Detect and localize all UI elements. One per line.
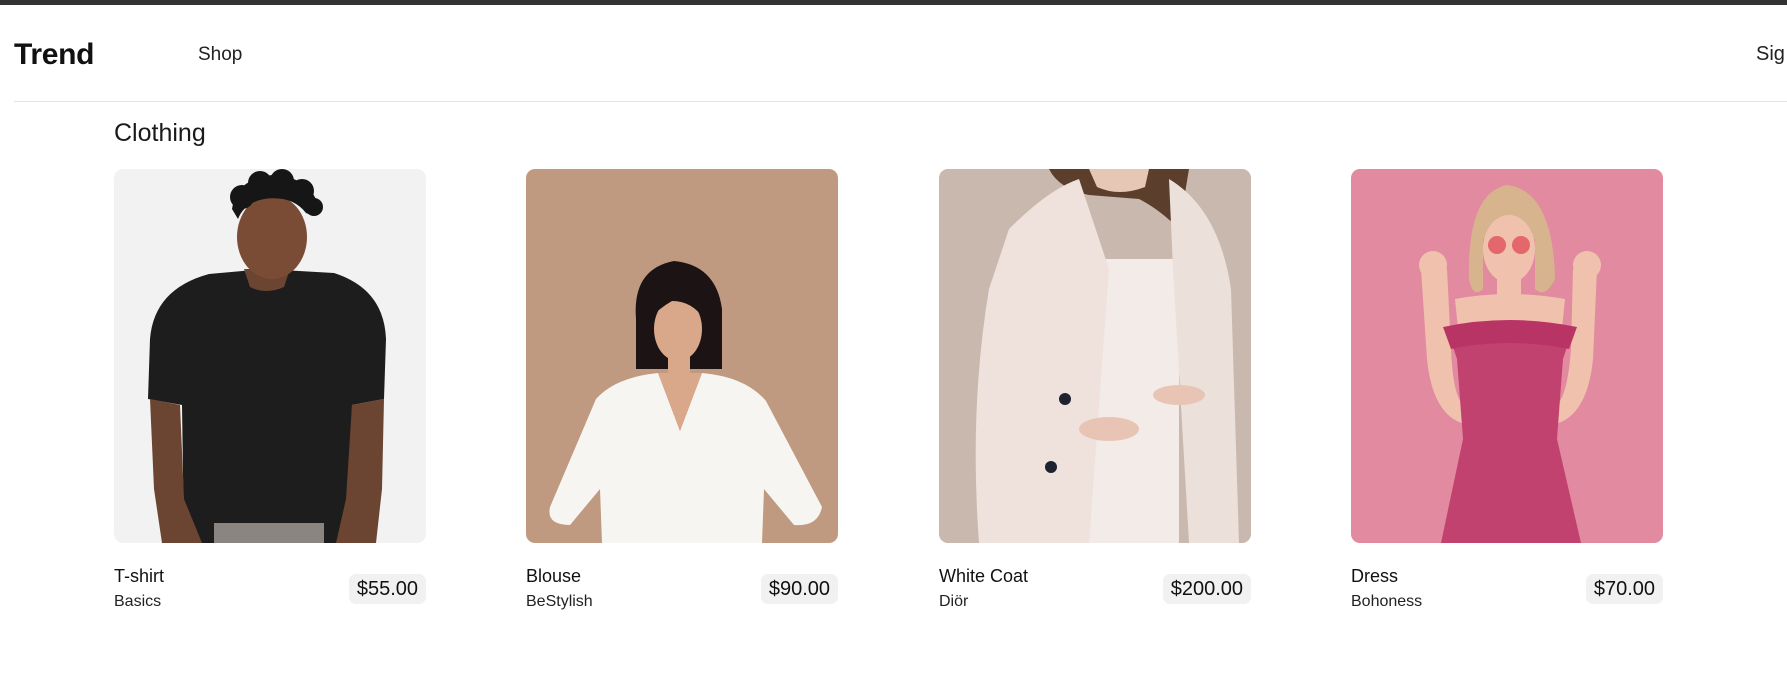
nav-link-shop[interactable]: Shop [198,44,242,66]
product-image [939,169,1251,543]
product-name[interactable]: T-shirt [114,566,164,587]
product-photo-dress[interactable] [1351,169,1663,543]
product-brand: Basics [114,593,162,610]
product-photo-blouse[interactable] [526,169,838,543]
product-photo-tshirt[interactable] [114,169,426,543]
nav-link-signin[interactable]: Sig [1756,43,1785,66]
product-price: $90.00 [760,574,838,604]
product-photo-white-coat[interactable] [939,169,1251,543]
product-name[interactable]: White Coat [939,566,1028,587]
section-title: Clothing [114,119,206,147]
product-name[interactable]: Dress [1351,566,1398,587]
site-header: Trend Shop Sig [14,5,1787,102]
product-price: $55.00 [348,574,426,604]
product-brand: Bohoness [1351,593,1423,610]
product-image [114,169,426,543]
product-price: $70.00 [1585,574,1663,604]
product-brand: BeStylish [526,593,593,610]
product-price: $200.00 [1162,574,1251,604]
product-card-dress[interactable]: Dress Bohoness $70.00 [1351,169,1663,614]
product-brand: Diör [939,593,969,610]
product-card-white-coat[interactable]: White Coat Diör $200.00 [939,169,1251,614]
product-image [526,169,838,543]
brand-logo[interactable]: Trend [14,38,94,72]
product-card-blouse[interactable]: Blouse BeStylish $90.00 [526,169,838,614]
product-name[interactable]: Blouse [526,566,581,587]
product-card-tshirt[interactable]: T-shirt Basics $55.00 [114,169,426,614]
product-image [1351,169,1663,543]
